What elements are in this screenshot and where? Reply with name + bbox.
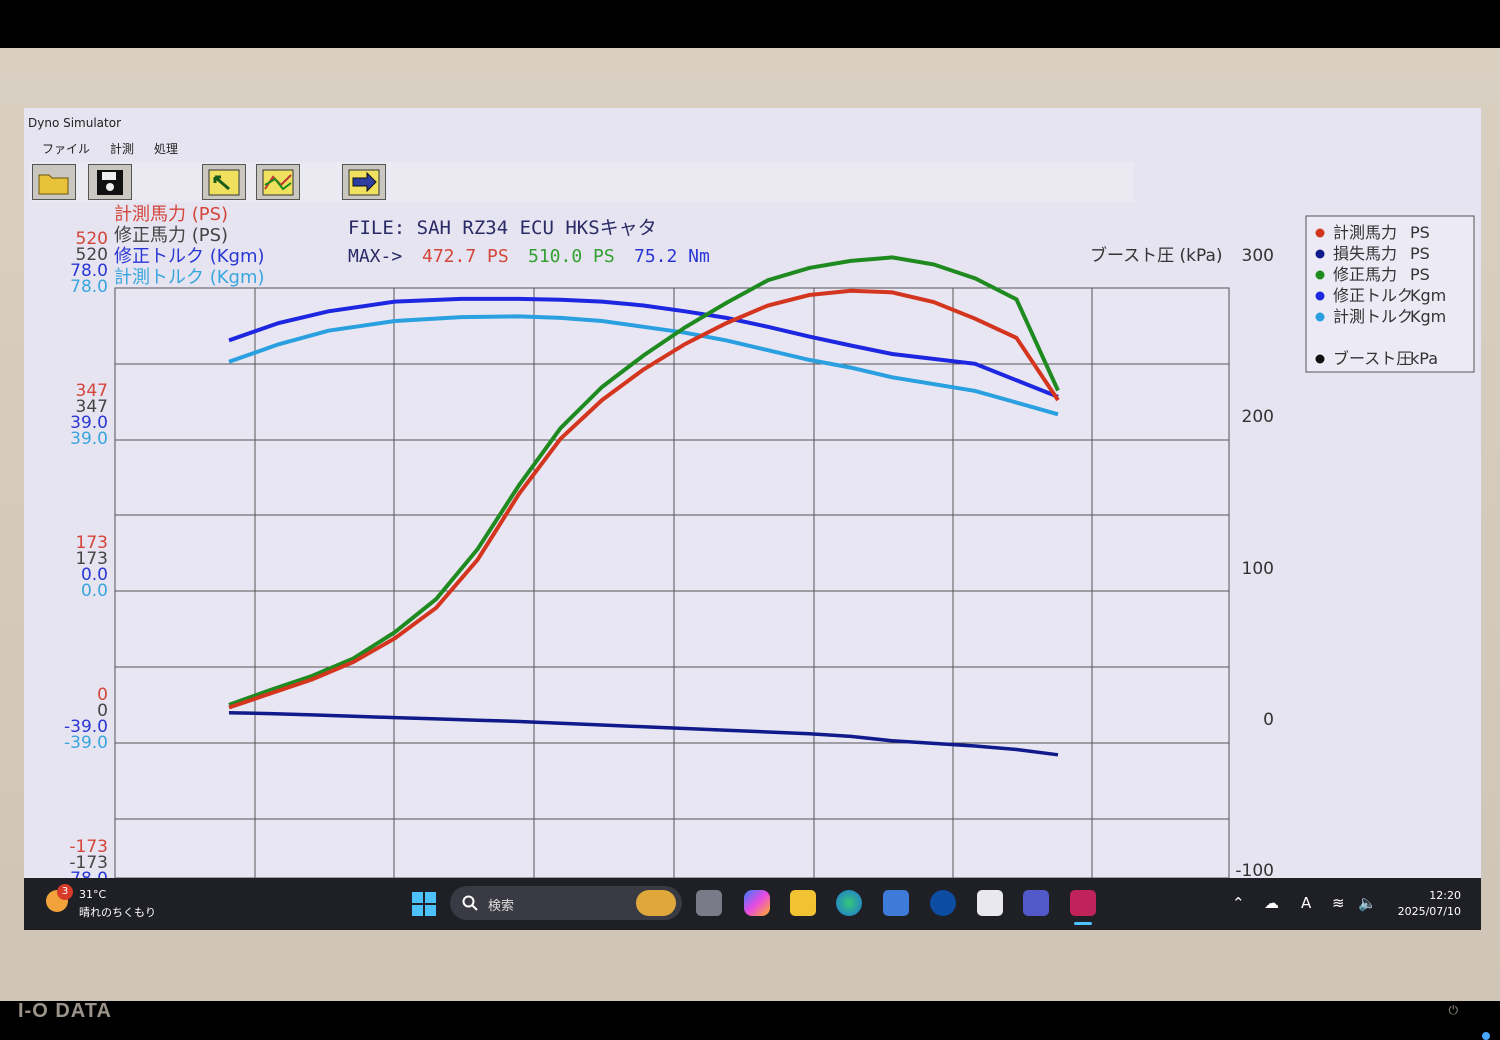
right-legend-label: 修正馬力	[1333, 265, 1397, 284]
clock-time: 12:20	[1429, 889, 1461, 902]
monitor-brand-logo: I-O DATA	[18, 1000, 112, 1022]
file-info-line: FILE: SAH RZ34 ECU HKSキャタ	[348, 217, 657, 239]
right-legend-marker	[1315, 270, 1325, 280]
right-legend-label: 修正トルク	[1333, 286, 1413, 305]
right-legend-label: ブースト圧	[1333, 349, 1412, 368]
system-clock[interactable]: 12:20 2025/07/10	[1398, 888, 1461, 920]
left-legend-label: 計測トルク (Kgm)	[114, 267, 265, 288]
right-legend-unit: PS	[1410, 223, 1430, 242]
max-label: MAX->	[348, 246, 402, 267]
right-legend-unit: PS	[1410, 265, 1430, 284]
weather-badge: 3	[57, 884, 73, 900]
right-legend-marker	[1315, 249, 1325, 259]
taskbar-search-box[interactable]: 検索	[450, 886, 682, 920]
power-icon[interactable]: ⏻	[1449, 1003, 1459, 1018]
active-app-indicator	[1074, 922, 1092, 925]
right-legend-unit: PS	[1410, 244, 1430, 263]
volume-icon[interactable]: 🔈	[1358, 894, 1377, 912]
right-legend-marker	[1315, 291, 1325, 301]
store-icon[interactable]	[883, 890, 909, 916]
weather-condition[interactable]: 晴れのちくもり	[79, 904, 156, 920]
clock-date: 2025/07/10	[1397, 905, 1461, 918]
power-led	[1482, 1032, 1490, 1040]
chevron-up-icon[interactable]: ⌃	[1232, 894, 1245, 912]
search-placeholder: 検索	[488, 899, 515, 914]
plot-area	[114, 287, 1230, 879]
max-hp-value: 472.7 PS	[422, 246, 509, 267]
left-legend-label: 修正馬力 (PS)	[114, 225, 228, 246]
right-legend-marker	[1315, 228, 1325, 238]
ime-indicator[interactable]: A	[1301, 894, 1311, 912]
right-axis-tick-label: 100	[1242, 559, 1274, 579]
right-legend-label: 損失馬力	[1333, 244, 1397, 263]
left-axis-tick-label: 0.0	[81, 581, 108, 601]
onedrive-cloud-icon[interactable]: ☁	[1264, 894, 1279, 912]
dyno-app-icon[interactable]	[1070, 890, 1096, 916]
max-hp-corrected-value: 510.0 PS	[528, 246, 615, 267]
notepad-icon[interactable]	[977, 890, 1003, 916]
right-legend-label: 計測トルク	[1333, 307, 1413, 326]
copilot-icon[interactable]	[744, 890, 770, 916]
search-icon	[462, 895, 478, 911]
left-legend-label: 修正トルク (Kgm)	[114, 246, 265, 267]
right-legend-marker	[1315, 354, 1325, 364]
dyno-chart: FILE: SAH RZ34 ECU HKSキャタ MAX-> 472.7 PS 51…	[64, 204, 1475, 905]
right-axis-tick-label: 200	[1242, 407, 1274, 427]
left-legend-label: 計測馬力 (PS)	[114, 204, 228, 225]
wifi-icon[interactable]: ≋	[1332, 894, 1345, 912]
max-torque-value: 75.2 Nm	[634, 246, 710, 267]
right-axis-tick-label: 0	[1263, 710, 1274, 730]
file-explorer-icon[interactable]	[790, 890, 816, 916]
dell-icon[interactable]	[930, 890, 956, 916]
task-view-icon[interactable]	[696, 890, 722, 916]
taskbar: 3 31°C 晴れのちくもり 検索 ⌃ ☁ A ≋ 🔈 12:20 2025/0…	[24, 878, 1481, 930]
right-axis-tick-label: 300	[1242, 246, 1274, 266]
edge-browser-icon[interactable]	[836, 890, 862, 916]
right-legend-marker	[1315, 312, 1325, 322]
right-legend-unit: Kgm	[1410, 286, 1446, 305]
left-axis-tick-label: -39.0	[64, 733, 108, 753]
left-axis-tick-label: 78.0	[70, 277, 108, 297]
search-highlight-icon	[636, 890, 676, 916]
windows-start-icon[interactable]	[412, 892, 436, 916]
left-axis-tick-label: 39.0	[70, 429, 108, 449]
weather-temperature[interactable]: 31°C	[79, 888, 106, 901]
right-axis-title: ブースト圧 (kPa)	[1090, 245, 1223, 266]
right-legend-unit: Kgm	[1410, 307, 1446, 326]
right-legend-label: 計測馬力	[1333, 223, 1397, 242]
screen: Dyno Simulator ファイル 計測 処理 FILE: SAH RZ34…	[24, 108, 1481, 930]
right-legend-unit: kPa	[1410, 349, 1438, 368]
teams-icon[interactable]	[1023, 890, 1049, 916]
